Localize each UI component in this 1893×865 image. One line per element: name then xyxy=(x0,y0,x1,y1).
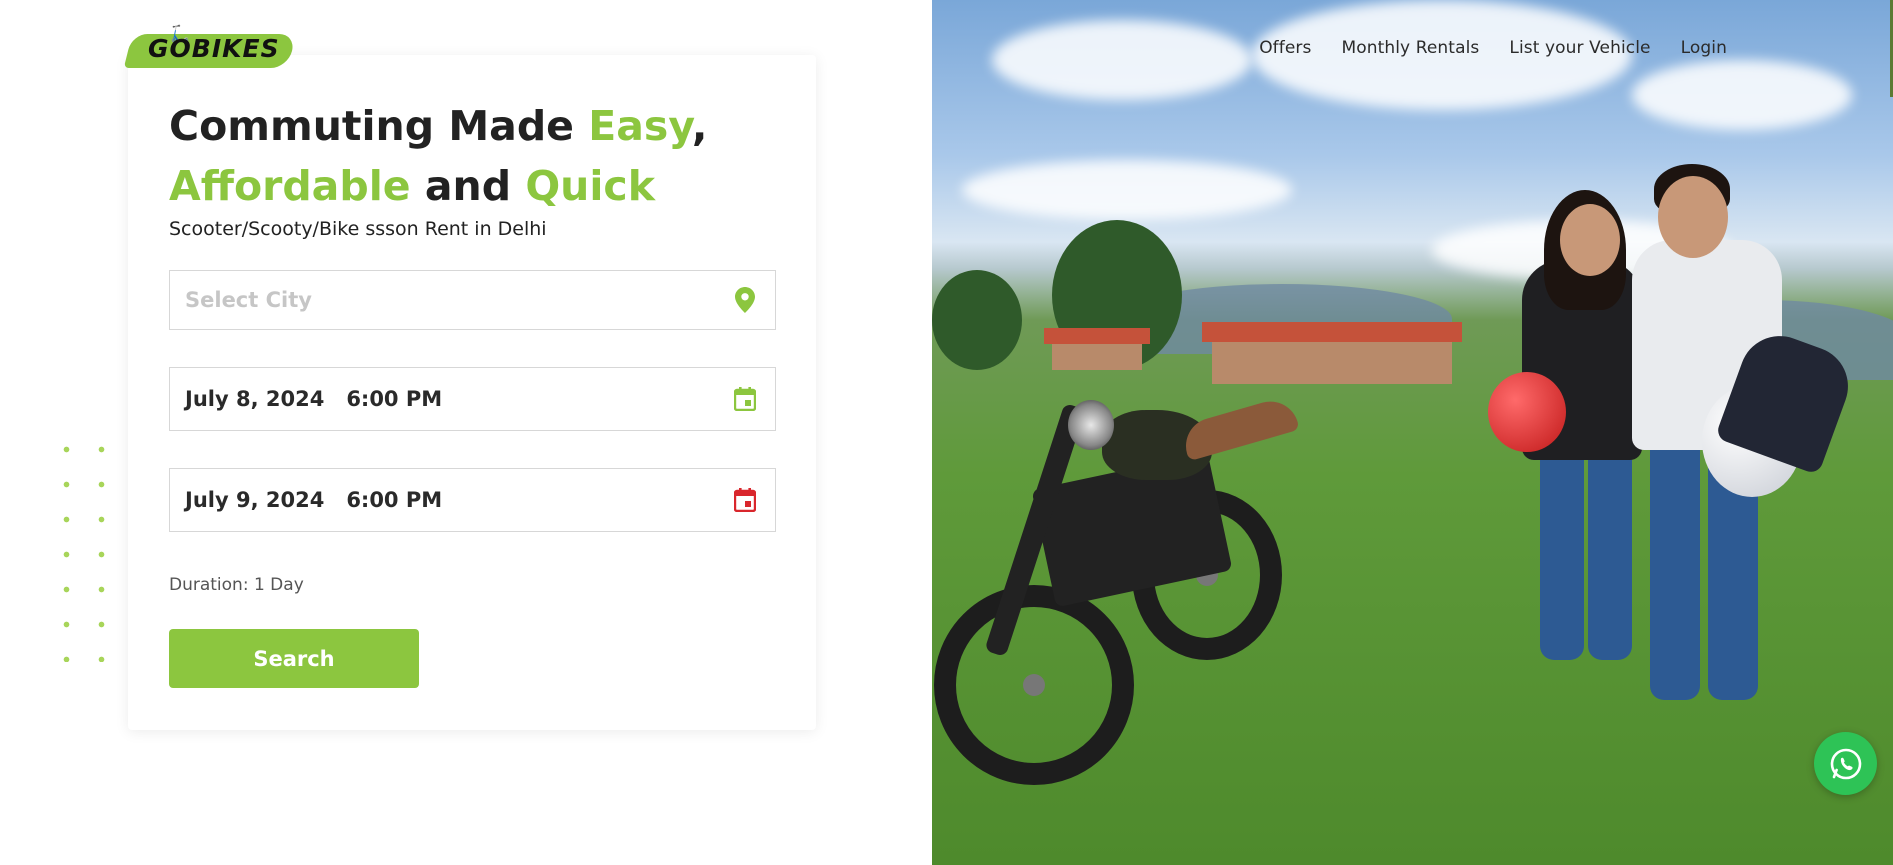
headline-accent-affordable: Affordable xyxy=(169,162,411,210)
pickup-time[interactable]: 6:00 PM xyxy=(346,387,442,411)
hero-image xyxy=(932,0,1893,865)
headline-accent-easy: Easy xyxy=(588,102,692,150)
calendar-icon[interactable] xyxy=(733,488,757,512)
nav-list-vehicle[interactable]: List your Vehicle xyxy=(1509,38,1650,58)
page-subtitle: Scooter/Scooty/Bike ssson Rent in Delhi xyxy=(169,218,547,240)
calendar-icon[interactable] xyxy=(733,387,757,411)
main-nav: Offers Monthly Rentals List your Vehicle… xyxy=(1229,38,1727,58)
city-select[interactable] xyxy=(169,270,776,330)
headline-and: and xyxy=(410,162,526,210)
pickup-date[interactable]: July 8, 2024 xyxy=(185,387,324,411)
decorative-dot-grid xyxy=(49,432,139,662)
city-input[interactable] xyxy=(185,288,733,312)
rental-duration: Duration: 1 Day xyxy=(169,575,304,595)
headline-comma: , xyxy=(691,102,708,150)
nav-monthly-rentals[interactable]: Monthly Rentals xyxy=(1341,38,1479,58)
whatsapp-icon[interactable] xyxy=(1814,732,1877,795)
nav-offers[interactable]: Offers xyxy=(1259,38,1311,58)
dropoff-time[interactable]: 6:00 PM xyxy=(346,488,442,512)
logo-text: GOBIKES xyxy=(148,34,280,63)
headline-accent-quick: Quick xyxy=(525,162,655,210)
dropoff-datetime-field[interactable]: July 9, 2024 6:00 PM xyxy=(169,468,776,532)
page-title: Commuting Made Easy, Affordable and Quic… xyxy=(169,96,769,216)
headline-part1: Commuting Made xyxy=(169,102,589,150)
dropoff-date[interactable]: July 9, 2024 xyxy=(185,488,324,512)
brand-logo[interactable]: 🛴 GOBIKES xyxy=(123,24,297,70)
pickup-datetime-field[interactable]: July 8, 2024 6:00 PM xyxy=(169,367,776,431)
search-button[interactable]: Search xyxy=(169,629,419,688)
nav-login[interactable]: Login xyxy=(1681,38,1727,58)
location-pin-icon[interactable] xyxy=(733,287,757,313)
